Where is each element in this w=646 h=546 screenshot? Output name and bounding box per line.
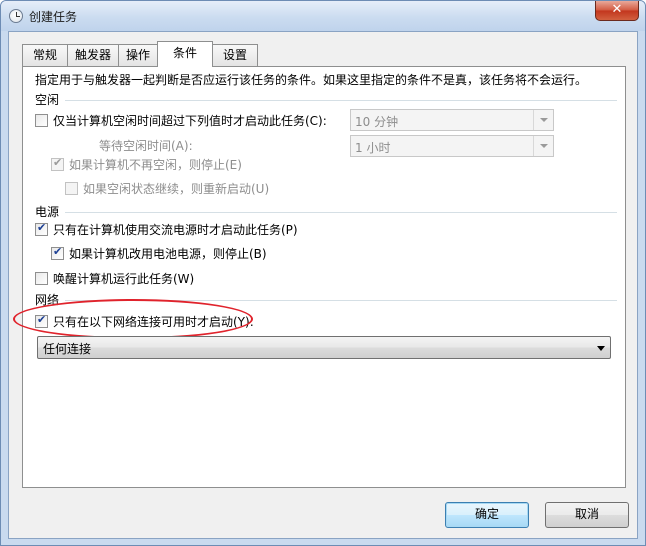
- chevron-down-icon[interactable]: [597, 346, 605, 351]
- network-divider: [65, 300, 617, 301]
- chevron-down-icon[interactable]: [533, 136, 553, 156]
- network-available-label: 只有在以下网络连接可用时才启动(Y):: [53, 315, 254, 329]
- tab-general[interactable]: 常规: [22, 44, 68, 66]
- chevron-down-icon[interactable]: [533, 110, 553, 130]
- wake-computer-label: 唤醒计算机运行此任务(W): [53, 272, 195, 286]
- conditions-panel: 指定用于与触发器一起判断是否应运行该任务的条件。如果这里指定的条件不是真，该任务…: [13, 66, 626, 488]
- idle-duration-select[interactable]: 10 分钟: [350, 109, 554, 131]
- wait-duration-value: 1 小时: [355, 141, 391, 155]
- wake-computer-checkbox[interactable]: [35, 272, 48, 285]
- ac-power-only-label: 只有在计算机使用交流电源时才启动此任务(P): [53, 223, 298, 237]
- stop-on-battery-label: 如果计算机改用电池电源，则停止(B): [69, 247, 267, 261]
- network-section-label: 网络: [35, 293, 60, 307]
- stop-if-not-idle-label: 如果计算机不再空闲，则停止(E): [69, 158, 242, 172]
- idle-duration-value: 10 分钟: [355, 115, 399, 129]
- stop-if-not-idle-checkbox[interactable]: [51, 156, 64, 171]
- ac-power-only-checkbox[interactable]: [35, 221, 48, 236]
- dialog-body: 常规 触发器 操作 条件 设置 指定用于与触发器一起判断是否应运行该任务的条件。…: [8, 31, 638, 539]
- start-if-idle-checkbox[interactable]: [35, 114, 48, 127]
- restart-if-idle-label: 如果空闲状态继续，则重新启动(U): [83, 182, 270, 196]
- title-bar[interactable]: 创建任务 ✕: [1, 1, 645, 31]
- wait-duration-select[interactable]: 1 小时: [350, 135, 554, 157]
- network-available-checkbox[interactable]: [35, 313, 48, 328]
- network-connection-value: 任何连接: [43, 342, 92, 356]
- stop-on-battery-checkbox[interactable]: [51, 245, 64, 260]
- start-if-idle-label: 仅当计算机空闲时间超过下列值时才启动此任务(C):: [53, 114, 327, 128]
- tab-settings[interactable]: 设置: [212, 44, 258, 66]
- tab-conditions[interactable]: 条件: [157, 41, 213, 67]
- clock-icon: [9, 9, 23, 23]
- ok-button[interactable]: 确定: [445, 502, 529, 528]
- idle-divider: [65, 100, 617, 101]
- create-task-dialog: 创建任务 ✕ 常规 触发器 操作 条件 设置 指定用于与触发器一起判断是否应运行…: [0, 0, 646, 546]
- restart-if-idle-checkbox[interactable]: [65, 182, 78, 195]
- network-connection-select[interactable]: 任何连接: [37, 336, 611, 359]
- conditions-hint: 指定用于与触发器一起判断是否应运行该任务的条件。如果这里指定的条件不是真，该任务…: [35, 73, 588, 87]
- tab-actions[interactable]: 操作: [118, 44, 158, 66]
- idle-section-label: 空闲: [35, 93, 60, 107]
- window-title: 创建任务: [29, 10, 78, 24]
- power-divider: [65, 212, 617, 213]
- power-section-label: 电源: [35, 205, 60, 219]
- close-button[interactable]: ✕: [595, 1, 639, 21]
- wait-idle-label: 等待空闲时间(A):: [99, 139, 193, 153]
- cancel-button[interactable]: 取消: [545, 502, 629, 528]
- tab-triggers[interactable]: 触发器: [67, 44, 119, 66]
